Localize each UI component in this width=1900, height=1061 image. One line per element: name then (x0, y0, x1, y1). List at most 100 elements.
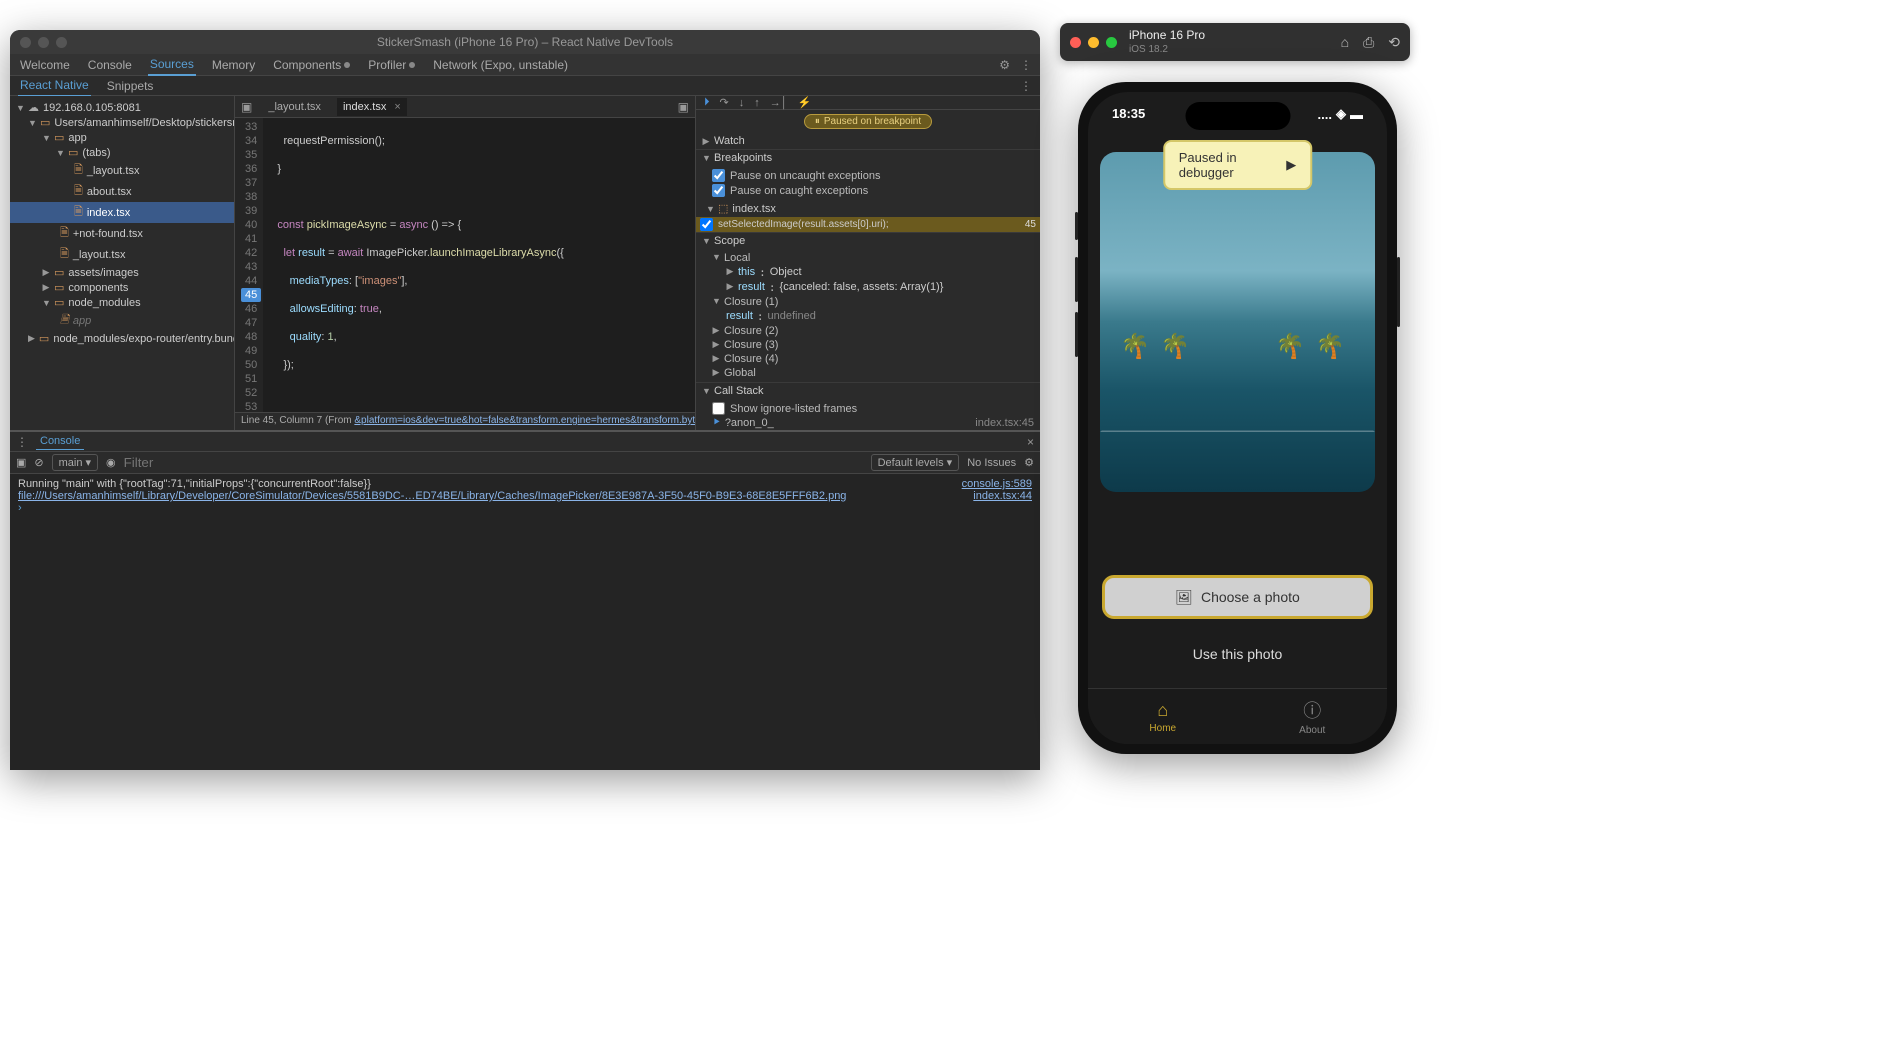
tree-file-layout[interactable]: 🗎_layout.tsx (10, 160, 234, 181)
zoom-icon[interactable] (1106, 37, 1117, 48)
file-tab-layout[interactable]: _layout.tsx (262, 98, 327, 116)
console-prompt[interactable]: › (18, 502, 1032, 514)
checkbox[interactable] (712, 184, 725, 197)
tree-entry[interactable]: ▶▭node_modules/expo-router/entry.bundle/ (10, 331, 234, 346)
code-line: quality: 1, (271, 330, 695, 344)
tree-assets[interactable]: ▶▭assets/images (10, 265, 234, 280)
breakpoint-file[interactable]: ▼⬚index.tsx (696, 200, 1040, 217)
tab-console[interactable]: Console (86, 55, 134, 75)
stack-frame[interactable]: ⯈?anon_0_index.tsx:45 (712, 416, 1034, 430)
breakpoint-marker[interactable]: 45 (241, 288, 261, 302)
scope-local[interactable]: ▼Local (712, 251, 1034, 265)
log-source-link[interactable]: index.tsx:44 (973, 490, 1032, 502)
tab-profiler[interactable]: Profiler (366, 55, 417, 75)
navigator-tabs: React Native Snippets ⋮ (10, 76, 1040, 96)
section-watch[interactable]: ▶Watch (696, 133, 1040, 149)
clear-icon[interactable]: ⊘ (34, 456, 43, 469)
close-icon[interactable]: × (1027, 435, 1034, 449)
resume-icon[interactable]: ▶ (1286, 157, 1296, 173)
checkbox[interactable] (700, 218, 713, 231)
tab-network[interactable]: Network (Expo, unstable) (431, 55, 570, 75)
paused-badge: ⏸Paused on breakpoint (804, 114, 932, 129)
scope-closure2[interactable]: ▶Closure (2) (712, 324, 1034, 338)
checkbox[interactable] (712, 169, 725, 182)
sidebar-toggle-icon[interactable]: ▣ (16, 456, 26, 469)
tree-appf[interactable]: 🗎app (10, 310, 234, 331)
source-url-link[interactable]: &platform=ios&dev=true&hot=false&transfo… (354, 415, 695, 426)
subtab-react-native[interactable]: React Native (18, 75, 91, 96)
tree-file-notfound[interactable]: 🗎+not-found.tsx (10, 223, 234, 244)
scope-closure3[interactable]: ▶Closure (3) (712, 338, 1034, 352)
minimize-icon[interactable] (1088, 37, 1099, 48)
ignore-listed-checkbox[interactable]: Show ignore-listed frames (712, 401, 1034, 416)
levels-selector[interactable]: Default levels ▾ (871, 454, 960, 471)
choose-photo-button[interactable]: 🖼 Choose a photo (1102, 575, 1373, 619)
tab-components[interactable]: Components (271, 55, 352, 75)
tab-sources[interactable]: Sources (148, 54, 196, 76)
scope-this[interactable]: ▶this: Object (712, 265, 1034, 280)
code-editor[interactable]: 3334353637383940414243444546474849505152… (235, 118, 695, 412)
step-icon[interactable]: →│ (770, 97, 788, 109)
use-photo-button[interactable]: Use this photo (1088, 646, 1387, 662)
tree-tabs-folder[interactable]: ▼▭(tabs) (10, 145, 234, 160)
context-selector[interactable]: main ▾ (52, 454, 98, 471)
overflow-icon[interactable]: ▣ (678, 100, 689, 114)
sidebar-toggle-icon[interactable]: ▣ (241, 100, 252, 114)
deactivate-bp-icon[interactable]: ⚡ (798, 96, 812, 109)
eye-icon[interactable]: ◉ (106, 456, 116, 469)
close-icon[interactable] (1070, 37, 1081, 48)
rotate-icon[interactable]: ⟲ (1388, 34, 1400, 51)
tab-home[interactable]: ⌂Home (1088, 689, 1238, 744)
gear-icon[interactable]: ⚙ (999, 58, 1010, 72)
tree-host[interactable]: ▼☁192.168.0.105:8081 (10, 100, 234, 115)
code-text[interactable]: requestPermission(); } const pickImageAs… (263, 118, 695, 412)
filter-input[interactable] (124, 455, 863, 470)
home-icon[interactable]: ⌂ (1341, 34, 1349, 51)
gear-icon[interactable]: ⚙ (1024, 456, 1034, 469)
pause-uncaught-checkbox[interactable]: Pause on uncaught exceptions (712, 168, 1034, 183)
tree-file-layout2[interactable]: 🗎_layout.tsx (10, 244, 234, 265)
tree-file-index[interactable]: 🗎index.tsx (10, 202, 234, 223)
menu-icon[interactable]: ⋮ (1020, 58, 1032, 72)
checkbox[interactable] (712, 402, 725, 415)
scope-result[interactable]: ▶result: {canceled: false, assets: Array… (712, 280, 1034, 295)
subtab-snippets[interactable]: Snippets (105, 76, 156, 96)
resume-icon[interactable]: ⏵ (704, 96, 710, 109)
checkbox-label: Pause on uncaught exceptions (730, 170, 880, 182)
console-tab[interactable]: Console (36, 433, 84, 450)
section-callstack[interactable]: ▼Call Stack (696, 383, 1040, 399)
tree-components[interactable]: ▶▭components (10, 280, 234, 295)
scope-closure1[interactable]: ▼Closure (1) (712, 295, 1034, 309)
console-log[interactable]: Running "main" with {"rootTag":71,"initi… (10, 474, 1040, 770)
step-over-icon[interactable]: ↷ (720, 96, 729, 109)
log-file-link[interactable]: file:///Users/amanhimself/Library/Develo… (18, 490, 846, 502)
pause-caught-checkbox[interactable]: Pause on caught exceptions (712, 183, 1034, 198)
tree-label: about.tsx (87, 186, 132, 198)
tree-path[interactable]: ▼▭Users/amanhimself/Desktop/stickersmash (10, 115, 234, 130)
breakpoint-item[interactable]: setSelectedImage(result.assets[0].uri);4… (696, 217, 1040, 232)
tab-about[interactable]: ⓘAbout (1238, 689, 1388, 744)
section-breakpoints[interactable]: ▼Breakpoints (696, 150, 1040, 166)
scope-label: Global (724, 367, 756, 379)
close-icon[interactable] (20, 37, 31, 48)
scope-c1result[interactable]: result: undefined (712, 309, 1034, 324)
log-source-link[interactable]: console.js:589 (962, 478, 1032, 490)
tab-welcome[interactable]: Welcome (18, 55, 72, 75)
close-icon[interactable]: × (394, 101, 400, 113)
console-drawer: ⋮ Console × ▣ ⊘ main ▾ ◉ Default levels … (10, 430, 1040, 770)
step-out-icon[interactable]: ↑ (754, 97, 760, 109)
scope-closure4[interactable]: ▶Closure (4) (712, 352, 1034, 366)
minimize-icon[interactable] (38, 37, 49, 48)
zoom-icon[interactable] (56, 37, 67, 48)
tree-file-about[interactable]: 🗎about.tsx (10, 181, 234, 202)
scope-global[interactable]: ▶Global (712, 366, 1034, 380)
step-into-icon[interactable]: ↓ (739, 97, 745, 109)
section-scope[interactable]: ▼Scope (696, 233, 1040, 249)
tree-node-modules[interactable]: ▼▭node_modules (10, 295, 234, 310)
file-tab-index[interactable]: index.tsx× (337, 98, 407, 116)
tree-app[interactable]: ▼▭app (10, 130, 234, 145)
menu-icon[interactable]: ⋮ (16, 435, 28, 449)
tab-memory[interactable]: Memory (210, 55, 257, 75)
menu-icon[interactable]: ⋮ (1020, 79, 1032, 93)
screenshot-icon[interactable]: ⎙ (1363, 34, 1374, 51)
